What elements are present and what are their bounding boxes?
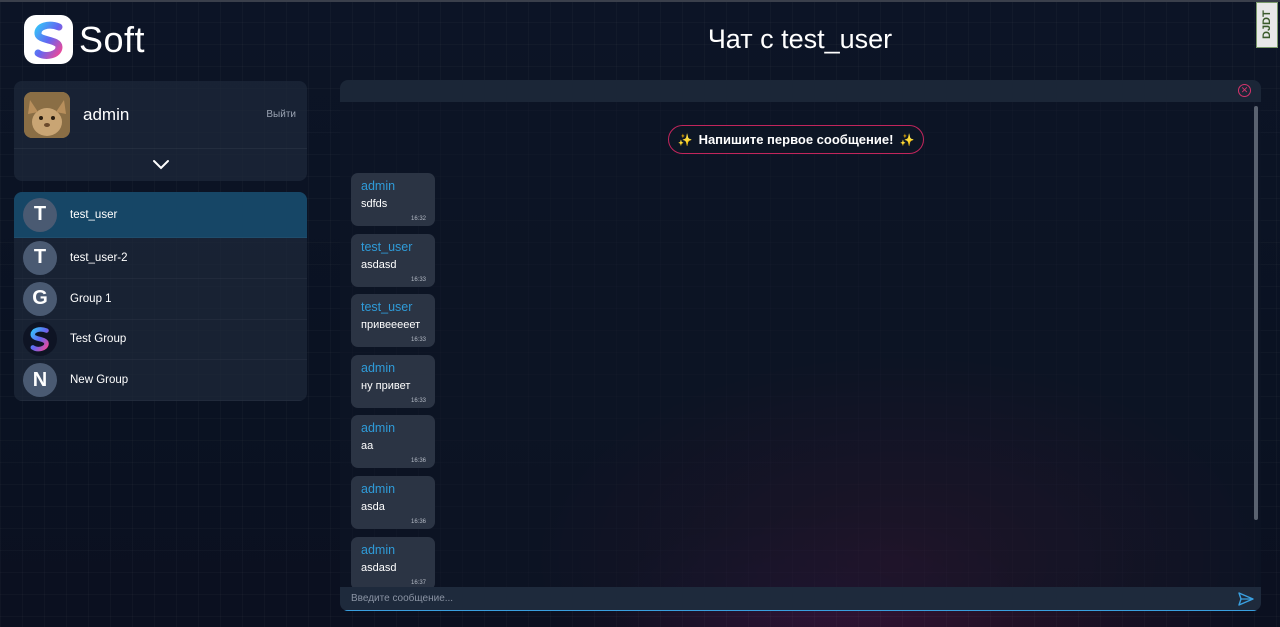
chat-name: New Group <box>70 374 129 387</box>
message-author[interactable]: admin <box>361 361 425 375</box>
debug-toolbar-handle[interactable]: DJDT <box>1256 2 1278 48</box>
chat-item-test-user[interactable]: T test_user <box>14 192 307 238</box>
message-text: ну привет <box>361 379 411 392</box>
app-logo[interactable]: Soft <box>24 15 145 64</box>
message-author[interactable]: test_user <box>361 300 425 314</box>
profile-card: admin Выйти <box>14 81 307 181</box>
message-text: sdfds <box>361 198 388 210</box>
chat-avatar: T <box>23 197 57 232</box>
window-top-border <box>0 0 1280 2</box>
chat-panel: ✕ ✨ Напишите первое сообщение! ✨ admin s… <box>340 80 1261 611</box>
soft-logo-icon <box>24 15 73 64</box>
chat-avatar: N <box>23 363 57 398</box>
first-message-text: Напишите первое сообщение! <box>698 132 894 147</box>
page-title: Чат с test_user <box>707 24 893 54</box>
chat-item-test-user-2[interactable]: T test_user-2 <box>14 238 307 279</box>
close-icon: ✕ <box>1240 85 1249 95</box>
chevron-down-icon <box>152 160 169 170</box>
chat-item-test-group[interactable]: Test Group <box>14 320 307 361</box>
chat-item-new-group[interactable]: N New Group <box>14 360 307 401</box>
message-bubble: admin ну привет 16:33 <box>351 354 435 408</box>
message-bubble: test_user asdasd 16:33 <box>351 233 435 287</box>
message-time: 16:37 <box>410 579 426 586</box>
chat-panel-header: ✕ <box>340 80 1261 102</box>
logo-text: Soft <box>79 18 146 60</box>
message-author[interactable]: admin <box>361 482 425 496</box>
message-author[interactable]: test_user <box>361 240 425 254</box>
message-time: 16:32 <box>410 216 426 222</box>
message-bubble: test_user привееееет 16:33 <box>351 294 435 348</box>
close-chat-button[interactable]: ✕ <box>1238 84 1251 97</box>
sparkle-icon: ✨ <box>899 132 915 147</box>
message-bubble: admin sdfds 16:32 <box>351 173 435 226</box>
chat-name: test_user <box>70 208 118 221</box>
message-author[interactable]: admin <box>361 543 425 557</box>
message-bubble: admin asdasd 16:37 <box>351 536 435 590</box>
message-time: 16:33 <box>410 276 426 283</box>
message-text: asdasd <box>361 561 397 574</box>
logout-link[interactable]: Выйти <box>266 109 296 120</box>
message-text: asda <box>361 500 385 513</box>
profile-username: admin <box>83 104 130 124</box>
message-text: привееееет <box>361 319 421 332</box>
chat-name: test_user-2 <box>70 251 128 264</box>
message-time: 16:33 <box>410 337 426 344</box>
message-bubble: admin asda 16:36 <box>351 475 435 529</box>
message-text: asdasd <box>361 258 397 271</box>
send-button[interactable] <box>1231 588 1261 610</box>
chat-name: Test Group <box>70 333 127 346</box>
message-author[interactable]: admin <box>361 179 425 193</box>
first-message-banner: ✨ Напишите первое сообщение! ✨ <box>668 125 924 154</box>
message-list: admin sdfds 16:32 test_user asdasd 16:33… <box>351 173 435 597</box>
chat-list: T test_user T test_user-2 G Group 1 Test… <box>14 192 307 401</box>
send-icon <box>1238 591 1254 606</box>
user-avatar[interactable] <box>24 91 70 138</box>
soft-logo-icon <box>23 322 57 357</box>
message-author[interactable]: admin <box>361 421 425 435</box>
chat-name: Group 1 <box>70 292 112 305</box>
chat-avatar: G <box>23 281 57 316</box>
message-input[interactable] <box>340 587 1231 610</box>
message-time: 16:36 <box>410 518 426 525</box>
message-bubble: admin aa 16:36 <box>351 415 435 469</box>
messages-scrollbar[interactable] <box>1254 106 1258 520</box>
message-time: 16:36 <box>410 458 426 465</box>
message-time: 16:33 <box>410 397 426 404</box>
profile-row: admin Выйти <box>14 81 307 149</box>
sparkle-icon: ✨ <box>677 132 693 147</box>
profile-expand-button[interactable] <box>14 149 307 181</box>
message-text: aa <box>361 440 374 453</box>
chat-avatar: T <box>23 240 57 275</box>
message-input-bar <box>340 587 1261 611</box>
chat-item-group-1[interactable]: G Group 1 <box>14 279 307 320</box>
